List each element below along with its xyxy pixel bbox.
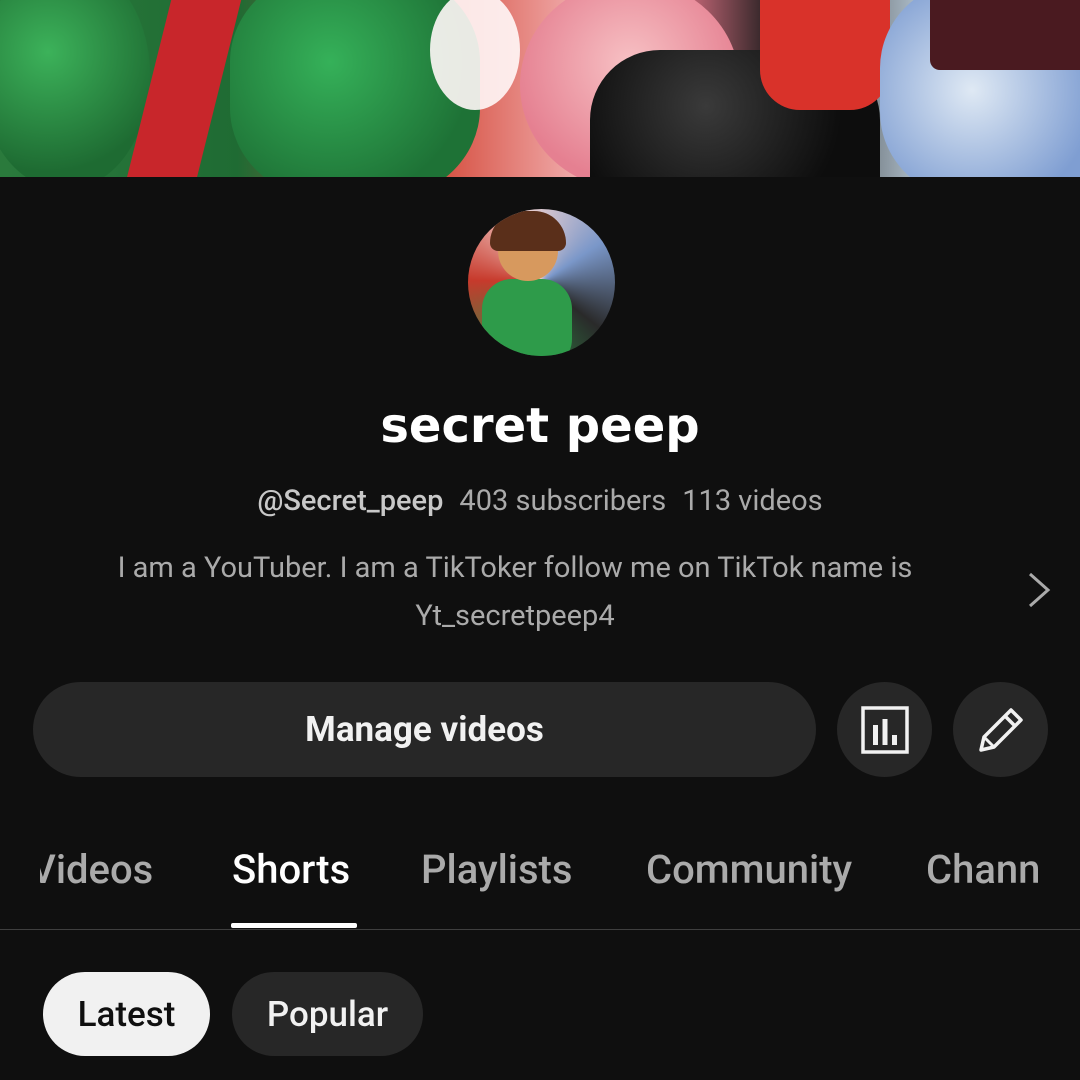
tab-videos[interactable]: Videos bbox=[40, 846, 170, 893]
channel-name: secret peep bbox=[380, 398, 700, 454]
channel-handle: @Secret_peep bbox=[257, 484, 444, 518]
channel-tabs: Videos Shorts Playlists Community Channe… bbox=[0, 820, 1080, 930]
manage-videos-label: Manage videos bbox=[305, 709, 544, 750]
tab-shorts[interactable]: Shorts bbox=[232, 846, 350, 893]
edit-channel-button[interactable] bbox=[953, 682, 1048, 777]
channel-avatar[interactable] bbox=[468, 209, 615, 356]
channel-banner bbox=[0, 0, 1080, 177]
analytics-button[interactable] bbox=[837, 682, 932, 777]
filter-popular-label: Popular bbox=[266, 993, 389, 1035]
channel-meta: @Secret_peep 403 subscribers 113 videos bbox=[0, 484, 1080, 518]
subscriber-count: 403 subscribers bbox=[459, 484, 667, 518]
tab-community[interactable]: Community bbox=[646, 846, 852, 893]
filter-latest-chip[interactable]: Latest bbox=[43, 972, 210, 1056]
tab-playlists[interactable]: Playlists bbox=[421, 846, 572, 893]
channel-page: secret peep @Secret_peep 403 subscribers 1… bbox=[0, 0, 1080, 1080]
filter-latest-label: Latest bbox=[77, 993, 176, 1035]
active-tab-indicator bbox=[231, 923, 357, 928]
chevron-right-icon[interactable] bbox=[1024, 570, 1054, 610]
tab-channels[interactable]: Channels bbox=[926, 846, 1038, 893]
tabs-divider bbox=[0, 929, 1080, 930]
video-count: 113 videos bbox=[682, 484, 823, 518]
filter-popular-chip[interactable]: Popular bbox=[232, 972, 423, 1056]
channel-description[interactable]: I am a YouTuber. I am a TikToker follow … bbox=[60, 544, 970, 640]
manage-videos-button[interactable]: Manage videos bbox=[33, 682, 816, 777]
analytics-icon bbox=[860, 705, 909, 754]
pencil-icon bbox=[978, 707, 1023, 752]
